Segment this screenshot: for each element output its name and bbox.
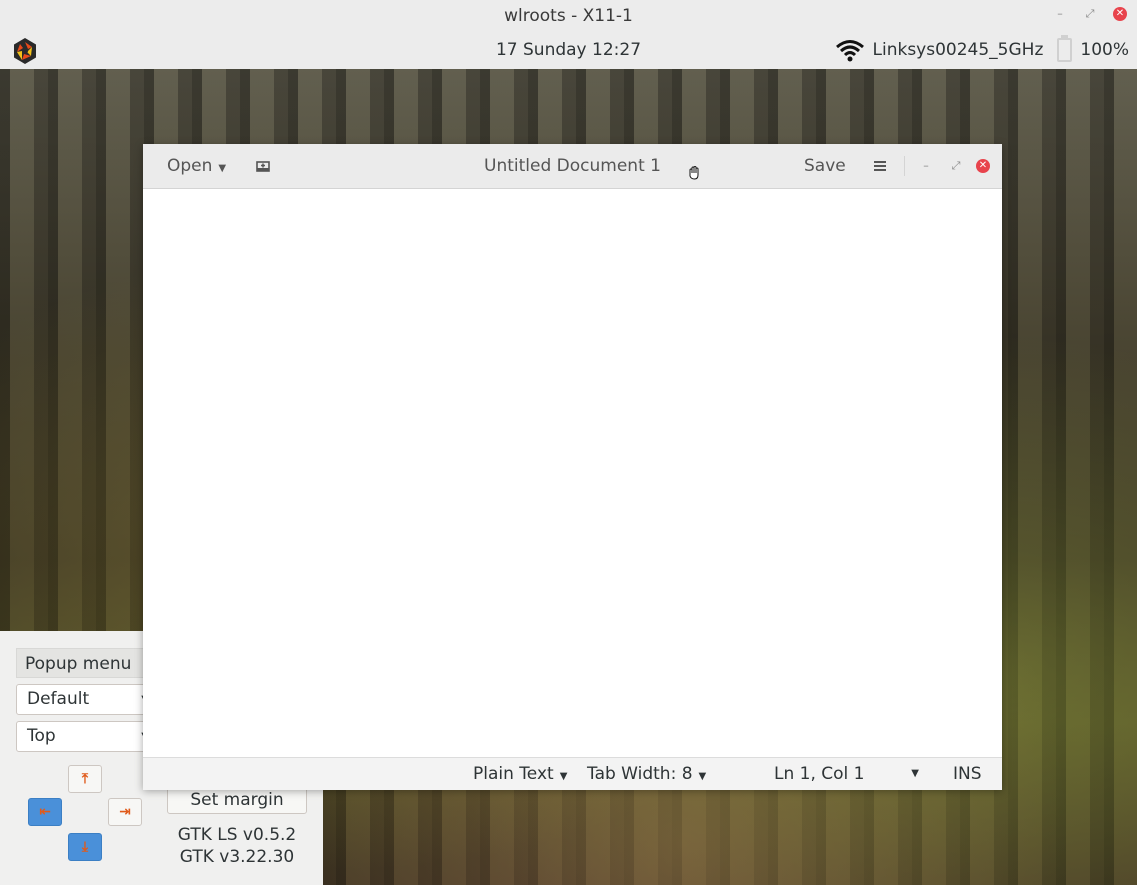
tab-width-selector[interactable]: Tab Width: 8 ▼ [587, 758, 706, 793]
anchor-top-icon: ⤒ [81, 771, 89, 787]
outer-window-title: wlroots - X11-1 [504, 6, 633, 26]
save-button[interactable]: Save [804, 144, 846, 188]
wifi-icon[interactable] [835, 38, 865, 62]
anchor-combo[interactable]: Top ▼ [16, 721, 156, 752]
open-button-label: Open [167, 156, 213, 176]
insert-mode-label[interactable]: INS [953, 758, 982, 790]
minimize-icon[interactable]: – [1053, 7, 1067, 21]
panel-status-area: Linksys00245_5GHz 100% [835, 33, 1129, 67]
close-icon[interactable]: ✕ [976, 159, 990, 173]
text-editor-area[interactable] [143, 189, 1002, 757]
maximize-icon[interactable]: ⤢ [949, 159, 963, 173]
layer-combo-value: Default [27, 689, 90, 709]
anchor-top-button[interactable]: ⤒ [68, 765, 102, 793]
minimize-icon[interactable]: – [919, 159, 933, 173]
battery-level: 100% [1080, 40, 1129, 60]
tab-width-label: Tab Width: 8 [587, 764, 693, 784]
cursor-position-label: Ln 1, Col 1 [774, 764, 865, 784]
gedit-window: Open ▼ Untitled Document 1 Save – ⤢ ✕ Pla… [143, 144, 1002, 790]
battery-icon[interactable] [1057, 35, 1073, 62]
anchor-bottom-button[interactable]: ⤓ [68, 833, 102, 861]
anchor-right-button[interactable]: ⇥ [108, 798, 142, 826]
hamburger-menu-icon[interactable] [873, 159, 887, 173]
language-selector[interactable]: Plain Text ▼ [473, 758, 567, 793]
layer-combo[interactable]: Default ▼ [16, 684, 156, 715]
hand-cursor-icon [689, 165, 699, 180]
anchor-right-icon: ⇥ [119, 804, 131, 820]
anchor-bottom-icon: ⤓ [81, 839, 89, 855]
cursor-position-selector[interactable]: Ln 1, Col 1 ▼ [774, 758, 919, 790]
chevron-down-icon: ▼ [911, 768, 919, 779]
close-icon[interactable]: ✕ [1113, 7, 1127, 21]
version-ls-label: GTK LS v0.5.2 [177, 825, 297, 845]
anchor-left-icon: ⇤ [39, 804, 51, 820]
outer-window-titlebar: wlroots - X11-1 – ⤢ ✕ [0, 0, 1137, 33]
anchor-combo-value: Top [27, 726, 56, 746]
maximize-icon[interactable]: ⤢ [1083, 7, 1097, 21]
open-button[interactable]: Open ▼ [167, 144, 226, 191]
chevron-down-icon: ▼ [218, 163, 227, 174]
headerbar-separator [904, 156, 905, 176]
language-label: Plain Text [473, 764, 554, 784]
popup-menu-button[interactable]: Popup menu [16, 648, 146, 678]
headerbar: Open ▼ Untitled Document 1 Save – ⤢ ✕ [143, 144, 1002, 189]
network-name[interactable]: Linksys00245_5GHz [873, 40, 1044, 60]
new-tab-icon[interactable] [255, 158, 271, 174]
outer-window-controls: – ⤢ ✕ [1053, 7, 1127, 21]
anchor-left-button[interactable]: ⇤ [28, 798, 62, 826]
version-gtk-label: GTK v3.22.30 [179, 847, 295, 867]
chevron-down-icon: ▼ [698, 771, 707, 782]
top-panel: 17 Sunday 12:27 Linksys00245_5GHz 100% [0, 33, 1137, 70]
statusbar: Plain Text ▼ Tab Width: 8 ▼ Ln 1, Col 1 ▼ I… [143, 757, 1002, 790]
chevron-down-icon: ▼ [559, 771, 568, 782]
set-margin-button[interactable]: Set margin [167, 787, 307, 814]
